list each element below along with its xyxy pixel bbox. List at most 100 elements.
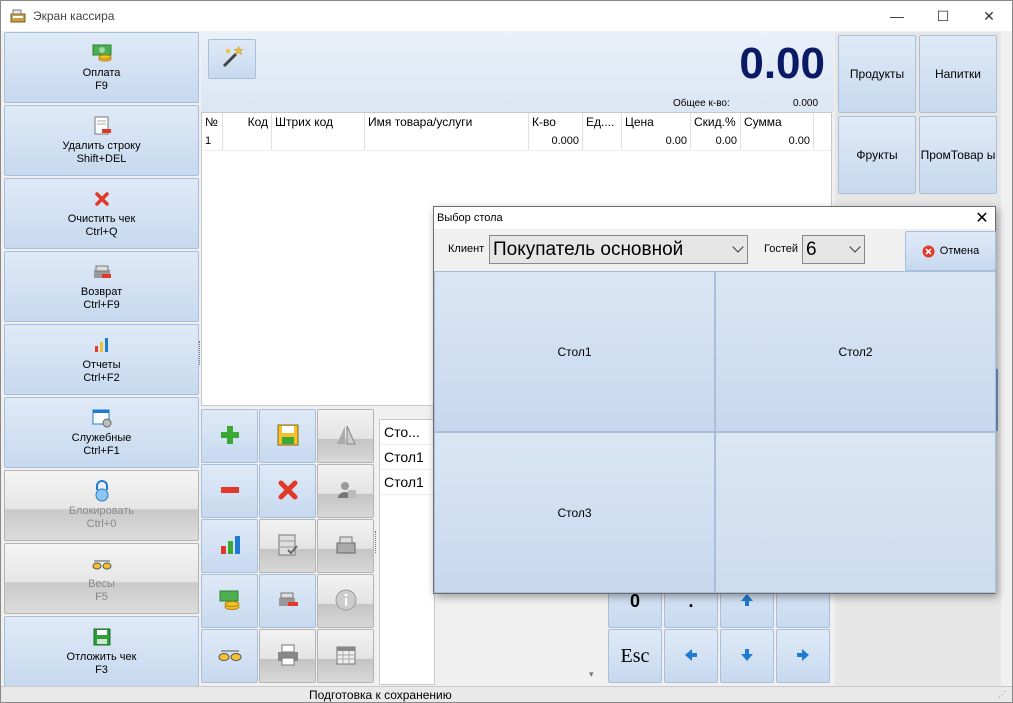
col-code[interactable]: Код: [223, 113, 272, 131]
status-bar: Подготовка к сохранению ⋰: [1, 686, 1012, 702]
payment-tool-button[interactable]: [201, 574, 258, 628]
lock-button[interactable]: Блокировать Ctrl+0: [4, 470, 199, 541]
floppy-icon: [91, 626, 113, 648]
total-qty-label: Общее к-во:: [673, 98, 730, 109]
return-label: Возврат: [80, 286, 123, 298]
maximize-button[interactable]: ☐: [920, 1, 966, 31]
tables-list[interactable]: Сто... Стол1 Стол1: [379, 419, 435, 685]
plus-icon: [218, 423, 242, 450]
reports-label: Отчеты: [82, 359, 121, 371]
table-tile-1[interactable]: Стол1: [434, 271, 715, 432]
split-icon: [334, 423, 358, 450]
chevron-down-icon: [849, 241, 861, 253]
minimize-button[interactable]: —: [874, 1, 920, 31]
client-combo[interactable]: Покупатель основной: [489, 235, 748, 264]
print-button[interactable]: [259, 629, 316, 683]
scales-label: Весы: [88, 578, 115, 590]
user-icon: [334, 478, 358, 505]
return-tool-button[interactable]: [259, 574, 316, 628]
scales-icon: [91, 553, 113, 575]
clear-receipt-shortcut: Ctrl+Q: [85, 226, 118, 238]
arrow-left-icon: [684, 646, 698, 667]
col-number[interactable]: №: [202, 113, 223, 131]
resize-grip-icon[interactable]: ⋰: [998, 690, 1006, 699]
checklist-button[interactable]: [259, 519, 316, 573]
reports-button[interactable]: Отчеты Ctrl+F2: [4, 324, 199, 395]
service-button[interactable]: Служебные Ctrl+F1: [4, 397, 199, 468]
calendar-button[interactable]: [317, 629, 374, 683]
printer-icon: [276, 643, 300, 670]
cancel-button[interactable]: Отмена: [905, 231, 996, 271]
clear-receipt-label: Очистить чек: [67, 213, 136, 225]
category-drinks[interactable]: Напитки: [919, 35, 997, 113]
col-qty[interactable]: К-во: [529, 113, 583, 131]
list-item[interactable]: Стол1: [380, 445, 434, 470]
table-tile-empty[interactable]: [715, 432, 996, 593]
tool-splitter[interactable]: [375, 531, 378, 553]
table-tile-3[interactable]: Стол3: [434, 432, 715, 593]
info-button[interactable]: [317, 574, 374, 628]
return-icon: [91, 261, 113, 283]
magic-wand-button[interactable]: [208, 39, 256, 79]
guests-label: Гостей: [764, 243, 799, 255]
service-shortcut: Ctrl+F1: [83, 445, 120, 457]
key-right[interactable]: [776, 629, 830, 683]
pay-button[interactable]: Оплата F9: [4, 32, 199, 103]
split-button[interactable]: [317, 409, 374, 463]
money-stack-icon: [218, 588, 242, 615]
save-button[interactable]: [259, 409, 316, 463]
lock-label: Блокировать: [68, 505, 135, 517]
return-icon: [276, 588, 300, 615]
reports-tool-button[interactable]: [201, 519, 258, 573]
checklist-icon: [276, 533, 300, 560]
key-esc[interactable]: Esc: [608, 629, 662, 683]
list-item[interactable]: Стол1: [380, 470, 434, 495]
col-barcode[interactable]: Штрих код: [272, 113, 365, 131]
cell-unit: [583, 131, 622, 150]
dialog-title: Выбор стола: [437, 212, 503, 224]
scales-icon: [218, 645, 242, 668]
category-fruits[interactable]: Фрукты: [838, 116, 916, 194]
key-left[interactable]: [664, 629, 718, 683]
delete-line-button[interactable]: Удалить строку Shift+DEL: [4, 105, 199, 176]
category-products[interactable]: Продукты: [838, 35, 916, 113]
delete-line-label: Удалить строку: [62, 140, 141, 152]
cell-price: 0.00: [622, 131, 691, 150]
add-quantity-button[interactable]: [201, 409, 258, 463]
close-button[interactable]: ✕: [966, 1, 1012, 31]
cell-name: [365, 131, 529, 150]
table-tile-2[interactable]: Стол2: [715, 271, 996, 432]
bar-chart-icon: [218, 533, 242, 560]
col-sum[interactable]: Сумма: [741, 113, 814, 131]
list-item[interactable]: Сто...: [380, 420, 434, 445]
scroll-down-icon[interactable]: ▾: [589, 669, 594, 680]
waiter-button[interactable]: [317, 464, 374, 518]
cancel-item-button[interactable]: [259, 464, 316, 518]
minus-icon: [218, 478, 242, 505]
service-window-icon: [91, 407, 113, 429]
hold-receipt-button[interactable]: Отложить чек F3: [4, 616, 199, 687]
scales-button[interactable]: Весы F5: [4, 543, 199, 614]
guests-combo[interactable]: 6: [802, 235, 865, 264]
col-name[interactable]: Имя товара/услуги: [365, 113, 529, 131]
table-select-dialog: Выбор стола ✕ Клиент Покупатель основной…: [433, 206, 996, 594]
col-discount[interactable]: Скид.%: [691, 113, 741, 131]
table-row[interactable]: 1 0.000 0.00 0.00 0.00: [202, 131, 831, 151]
dialog-title-bar: Выбор стола ✕: [434, 207, 995, 229]
delete-line-shortcut: Shift+DEL: [76, 153, 127, 165]
col-unit[interactable]: Ед....: [583, 113, 622, 131]
cash-register-button[interactable]: [317, 519, 374, 573]
scales-tool-button[interactable]: [201, 629, 258, 683]
return-button[interactable]: Возврат Ctrl+F9: [4, 251, 199, 322]
col-price[interactable]: Цена: [622, 113, 691, 131]
magic-wand-icon: [219, 45, 245, 74]
remove-quantity-button[interactable]: [201, 464, 258, 518]
key-down[interactable]: [720, 629, 774, 683]
service-label: Служебные: [71, 432, 132, 444]
clear-receipt-button[interactable]: Очистить чек Ctrl+Q: [4, 178, 199, 249]
lock-icon: [91, 480, 113, 502]
category-industrial-goods[interactable]: ПромТовар ы: [919, 116, 997, 194]
scales-shortcut: F5: [95, 591, 108, 603]
dialog-close-button[interactable]: ✕: [973, 209, 991, 227]
cell-number: 1: [202, 131, 223, 150]
